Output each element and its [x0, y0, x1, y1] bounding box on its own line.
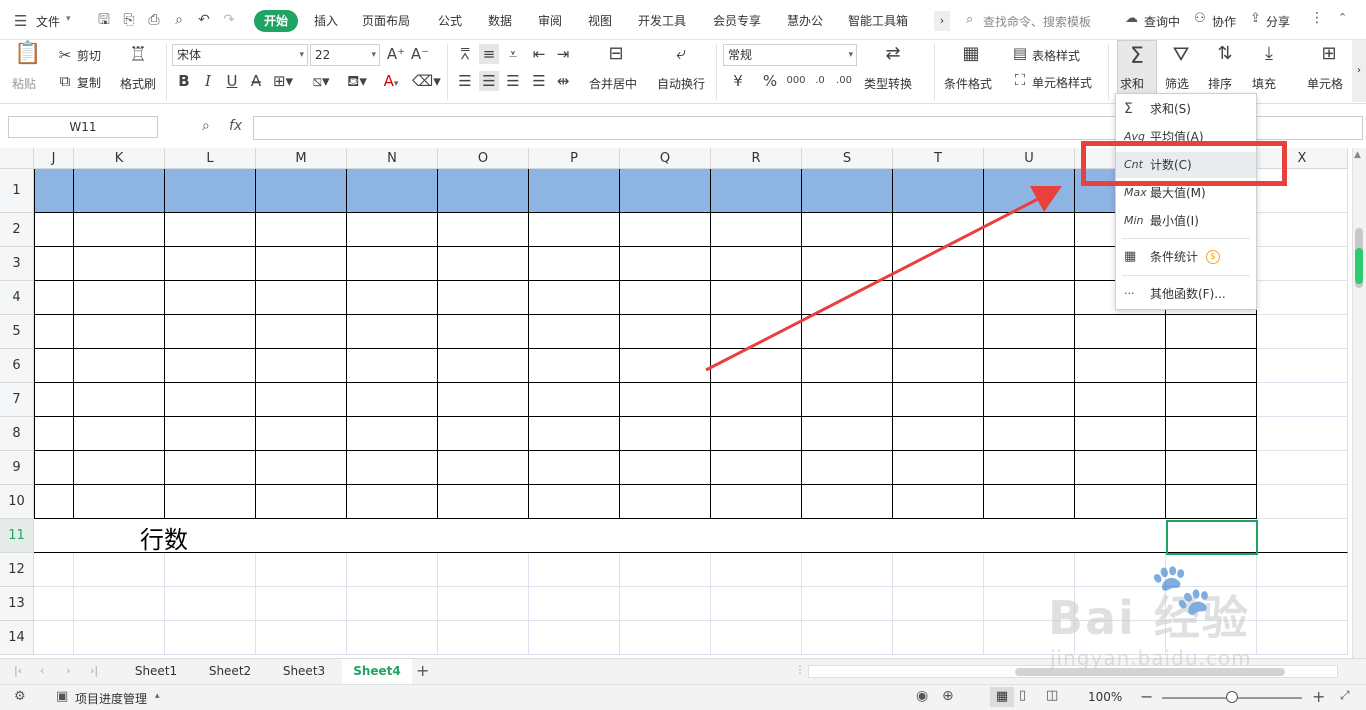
watermark-brand: Bai 经验 — [1048, 591, 1250, 645]
arrow-shaft — [705, 196, 1041, 372]
annotation-highlight-box — [1081, 141, 1287, 186]
paw-icon: 🐾 — [1150, 560, 1213, 618]
baidu-watermark: Bai 经验 🐾 jingyan.baidu.com — [1030, 560, 1320, 670]
watermark-url: jingyan.baidu.com — [1050, 646, 1252, 670]
